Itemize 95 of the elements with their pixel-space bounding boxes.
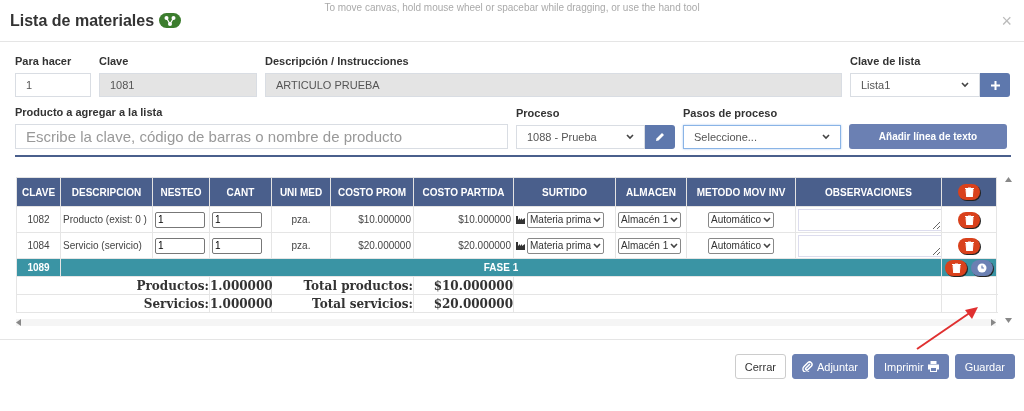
table-cell: $20.000000 (413, 232, 514, 259)
total-value: $20.000000 (413, 294, 514, 313)
paperclip-icon (801, 361, 813, 372)
readonly-field: 1081 (99, 73, 257, 97)
quantity-input[interactable]: 1 (212, 211, 262, 228)
quantity-input[interactable]: 1 (155, 237, 205, 254)
readonly-field: ARTICULO PRUEBA (265, 73, 842, 97)
field-label: Pasos de proceso (683, 107, 779, 119)
factory-icon (516, 241, 525, 250)
caret-icon (670, 242, 679, 249)
dropdown[interactable]: Lista1 (850, 73, 980, 97)
supply-dropdown[interactable]: Materia prima (527, 211, 605, 228)
field-label: Para hacer (15, 55, 73, 67)
plus-icon (990, 80, 1000, 90)
trash-icon (964, 214, 974, 225)
scroll-up-icon[interactable] (1004, 177, 1012, 182)
caret-icon (670, 216, 679, 223)
table-cell: pza. (271, 232, 331, 259)
column-header: SURTIDO (513, 177, 616, 207)
add-text-line-button[interactable]: Añadir línea de texto (849, 124, 1007, 149)
field-label: Descripción / Instrucciones (265, 55, 410, 67)
warehouse-dropdown[interactable]: Almacén 1 (618, 211, 682, 228)
factory-icon (516, 215, 525, 224)
table-cell: 1084 (16, 232, 61, 259)
total-label: Total productos: (271, 276, 414, 295)
clock-icon (977, 262, 987, 273)
add-button[interactable] (980, 73, 1010, 97)
dropdown[interactable]: 1088 - Prueba (516, 125, 645, 149)
window-title: Lista de materiales (10, 11, 155, 30)
notes-field[interactable] (798, 234, 942, 257)
notes-field[interactable] (798, 208, 942, 231)
table-cell: $20.000000 (330, 232, 414, 259)
total-value: $10.000000 (413, 276, 514, 295)
total-label: Total servicios: (271, 294, 414, 313)
pencil-icon (655, 132, 665, 142)
action-button[interactable]: Guardar (954, 354, 1015, 379)
total-value: 1.000000 (209, 276, 272, 295)
column-header: CLAVE (16, 177, 61, 207)
field-label: Proceso (516, 107, 561, 119)
action-button[interactable]: Adjuntar (791, 354, 868, 379)
column-header: ALMACEN (615, 177, 687, 207)
trash-icon (964, 187, 974, 197)
table-cell: pza. (271, 206, 331, 233)
dropdown[interactable]: Seleccione... (683, 125, 841, 149)
caret-icon (961, 82, 969, 88)
column-header: NESTEO (152, 177, 210, 207)
trash-icon (964, 240, 974, 251)
total-value: 1.000000 (209, 294, 272, 313)
scroll-left-icon[interactable] (16, 319, 21, 326)
action-button[interactable]: Cerrar (734, 354, 786, 379)
total-label: Productos: (16, 276, 210, 295)
scroll-right-icon[interactable] (991, 319, 996, 326)
supply-dropdown[interactable]: Materia prima (527, 237, 605, 254)
canvas-hint: To move canvas, hold mouse wheel or spacebar while dragging, or use the hand tool (324, 2, 700, 13)
clock-button[interactable] (971, 259, 993, 276)
number-field[interactable]: 1 (15, 73, 91, 97)
scroll-down-icon[interactable] (1004, 318, 1012, 323)
table-cell: 1082 (16, 206, 61, 233)
warehouse-dropdown[interactable]: Almacén 1 (618, 237, 682, 254)
annotation-arrow (915, 305, 980, 351)
column-header: COSTO PARTIDA (413, 177, 514, 207)
column-header: COSTO PROM (330, 177, 414, 207)
printer-icon (927, 361, 939, 372)
hierarchy-icon (159, 13, 182, 28)
product-search-field[interactable]: Escribe la clave, código de barras o nombre de producto (15, 124, 508, 149)
edit-button[interactable] (645, 125, 675, 149)
caret-icon (763, 216, 771, 223)
column-header: OBSERVACIONES (795, 177, 942, 207)
delete-button[interactable] (958, 211, 980, 228)
method-dropdown[interactable]: Automático (708, 237, 774, 254)
delete-button[interactable] (958, 237, 980, 254)
field-label: Producto a agregar a la lista (15, 106, 164, 118)
action-button[interactable]: Imprimir (873, 354, 949, 379)
delete-button[interactable] (958, 184, 980, 200)
delete-button[interactable] (945, 259, 967, 276)
quantity-input[interactable]: 1 (212, 237, 262, 254)
method-dropdown[interactable]: Automático (708, 211, 774, 228)
column-header: CANT (209, 177, 272, 207)
caret-icon (593, 216, 602, 223)
column-header: METODO MOV INV (686, 177, 796, 207)
table-cell: $10.000000 (330, 206, 414, 233)
column-header: UNI MED (271, 177, 331, 207)
total-label: Servicios: (16, 294, 210, 313)
column-header: DESCRIPCION (60, 177, 153, 207)
caret-icon (593, 242, 602, 249)
table-cell: Producto (exist: 0 ) (60, 206, 153, 233)
table-cell: Servicio (servicio) (60, 232, 153, 259)
field-label: Clave de lista (850, 55, 922, 67)
trash-icon (951, 262, 961, 273)
field-label: Clave (99, 55, 130, 67)
caret-icon (763, 242, 771, 249)
caret-icon (822, 134, 830, 140)
caret-icon (626, 134, 634, 140)
quantity-input[interactable]: 1 (155, 211, 205, 228)
table-cell: $10.000000 (413, 206, 514, 233)
